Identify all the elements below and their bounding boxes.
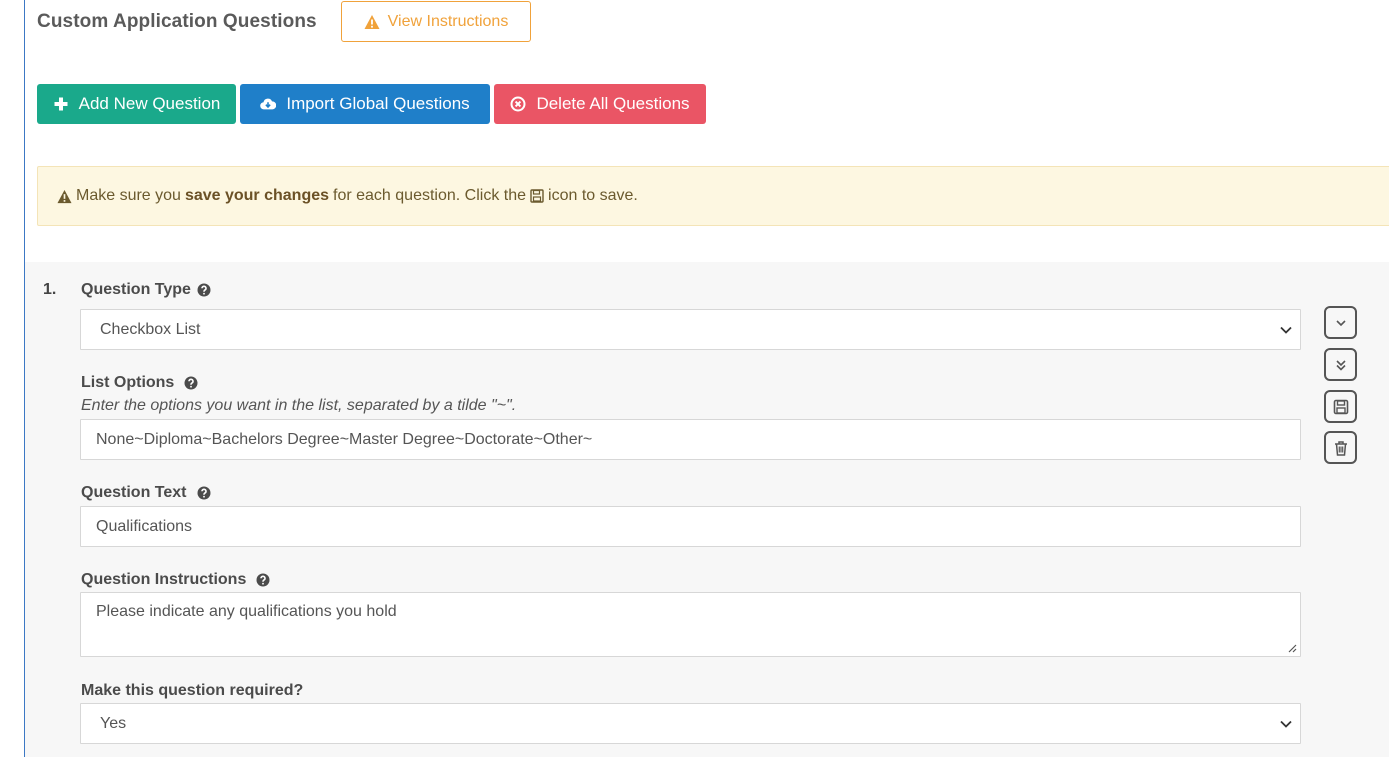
question-circle-icon[interactable] (184, 376, 198, 390)
question-text-input[interactable]: Qualifications (80, 506, 1301, 547)
move-down-button[interactable] (1324, 306, 1357, 339)
view-instructions-label: View Instructions (387, 12, 509, 30)
trash-icon (1334, 440, 1347, 456)
delete-all-questions-label: Delete All Questions (536, 94, 690, 113)
import-global-questions-button[interactable]: Import Global Questions (240, 84, 490, 124)
question-text-label: Question Text (81, 484, 211, 502)
alert-text-suffix: icon to save. (548, 187, 638, 204)
question-instructions-label-text: Question Instructions (81, 571, 247, 588)
list-options-label-text: List Options (81, 374, 175, 391)
question-text-value: Qualifications (96, 517, 193, 535)
add-new-question-label: Add New Question (78, 94, 221, 113)
question-text-label-text: Question Text (81, 484, 187, 501)
question-type-label: Question Type (81, 281, 211, 299)
add-new-question-button[interactable]: Add New Question (37, 84, 236, 124)
required-value: Yes (100, 714, 127, 732)
list-options-value: None~Diploma~Bachelors Degree~Master Deg… (96, 430, 593, 448)
required-label: Make this question required? (81, 682, 303, 700)
chevron-down-icon (1335, 319, 1346, 326)
times-circle-icon (510, 96, 526, 112)
question-circle-icon[interactable] (256, 573, 270, 587)
question-number: 1. (43, 281, 57, 298)
list-options-label: List Options (81, 374, 198, 392)
move-to-bottom-button[interactable] (1324, 348, 1357, 381)
save-question-button[interactable] (1324, 390, 1357, 423)
warning-triangle-icon (364, 14, 380, 29)
alert-text-prefix: Make sure you (76, 187, 181, 204)
list-options-input[interactable]: None~Diploma~Bachelors Degree~Master Deg… (80, 419, 1301, 460)
question-circle-icon[interactable] (197, 283, 211, 297)
question-type-label-text: Question Type (81, 281, 191, 298)
page-header: Custom Application Questions (37, 0, 317, 44)
question-instructions-value: Please indicate any qualifications you h… (96, 603, 397, 620)
view-instructions-button[interactable]: View Instructions (341, 1, 531, 42)
page-title: Custom Application Questions (37, 11, 317, 32)
delete-question-button[interactable] (1324, 431, 1357, 464)
resize-handle-icon[interactable] (1287, 643, 1297, 653)
cloud-download-icon (260, 98, 277, 110)
double-chevron-down-icon (1335, 359, 1346, 371)
question-type-select[interactable]: Checkbox List (80, 309, 1301, 350)
floppy-disk-icon (530, 189, 544, 203)
delete-all-questions-button[interactable]: Delete All Questions (494, 84, 706, 124)
chevron-down-icon (1280, 326, 1292, 334)
floppy-disk-icon (1333, 399, 1348, 414)
import-global-questions-label: Import Global Questions (286, 94, 470, 113)
alert-text-bold: save your changes (184, 187, 330, 204)
question-circle-icon[interactable] (197, 486, 211, 500)
required-select[interactable]: Yes (80, 703, 1301, 744)
plus-icon (54, 97, 68, 111)
save-changes-alert: Make sure you save your changes for each… (37, 166, 1389, 226)
required-label-text: Make this question required? (81, 682, 304, 699)
list-options-hint: Enter the options you want in the list, … (81, 397, 517, 414)
question-instructions-textarea[interactable]: Please indicate any qualifications you h… (80, 592, 1301, 657)
question-type-value: Checkbox List (100, 320, 201, 338)
warning-triangle-icon (57, 189, 72, 203)
question-instructions-label: Question Instructions (81, 571, 270, 589)
alert-text-middle: for each question. Click the (333, 187, 527, 204)
chevron-down-icon (1280, 720, 1292, 728)
